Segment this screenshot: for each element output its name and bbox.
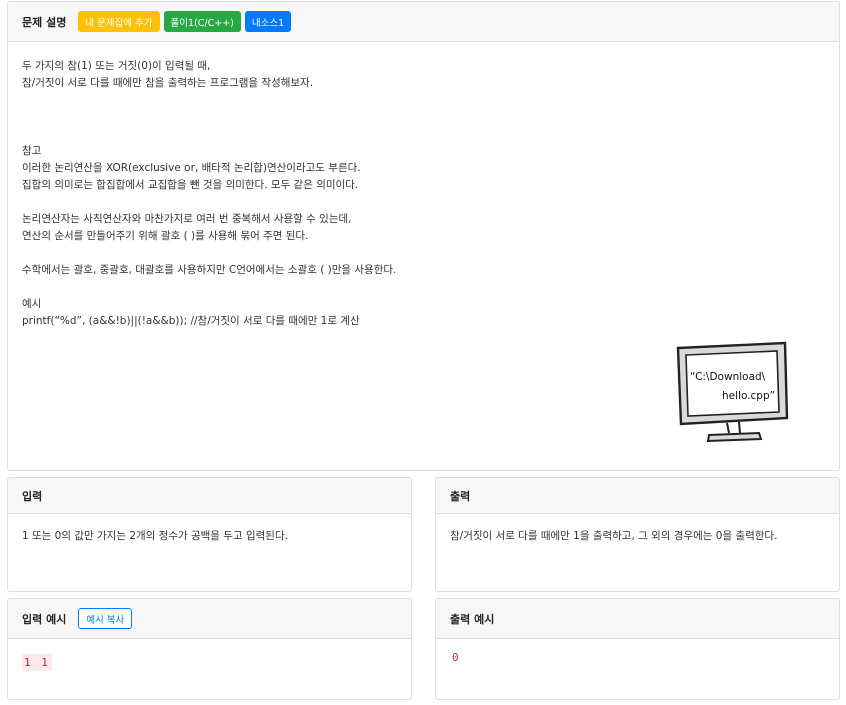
description-line: 이러한 논리연산을 XOR(exclusive or, 배타적 논리합)연산이라…: [22, 162, 361, 174]
sample-input-card: 입력 예시 예시 복사 1 1: [7, 598, 412, 700]
input-title: 입력: [22, 489, 43, 503]
sample-output-header: 출력 예시: [436, 599, 839, 639]
description-line: 참고: [22, 145, 42, 157]
description-line: 예시: [22, 298, 42, 310]
description-line: 두 가지의 참(1) 또는 거짓(0)이 입력될 때,: [22, 60, 211, 72]
sample-input-header: 입력 예시 예시 복사: [8, 599, 411, 639]
illustration-file-text: hello.cpp”: [722, 390, 775, 402]
description-line: 집합의 의미로는 합집합에서 교집합을 뺀 것을 의미한다. 모두 같은 의미이…: [22, 179, 359, 191]
problem-description-card: 문제 설명 내 문제집에 추가 풀이1(C/C++) 내소스1 두 가지의 참(…: [7, 1, 840, 471]
sample-input-title: 입력 예시: [22, 612, 67, 626]
input-card: 입력 1 또는 0의 값만 가지는 2개의 정수가 공백을 두고 입력된다.: [7, 477, 412, 592]
sample-output-value[interactable]: 0: [450, 649, 463, 666]
problem-description-header: 문제 설명 내 문제집에 추가 풀이1(C/C++) 내소스1: [8, 2, 839, 42]
output-header: 출력: [436, 478, 839, 514]
illustration-path-text: “C:\Download\: [690, 371, 766, 383]
input-body: 1 또는 0의 값만 가지는 2개의 정수가 공백을 두고 입력된다.: [8, 514, 411, 558]
output-title: 출력: [450, 489, 471, 503]
output-body: 참/거짓이 서로 다를 때에만 1을 출력하고, 그 외의 경우에는 0을 출력…: [436, 514, 839, 558]
problem-description-body: 두 가지의 참(1) 또는 거짓(0)이 입력될 때, 참/거짓이 서로 다를 …: [8, 42, 839, 343]
description-line: 수학에서는 괄호, 중괄호, 대괄호를 사용하지만 C언어에서는 소괄호 ( )…: [22, 264, 397, 276]
problem-description-title: 문제 설명: [22, 15, 67, 29]
input-header: 입력: [8, 478, 411, 514]
sample-output-body: 0: [436, 639, 839, 680]
monitor-icon: “C:\Download\ hello.cpp”: [676, 341, 789, 443]
my-source-button[interactable]: 내소스1: [244, 11, 292, 32]
copy-example-button[interactable]: 예시 복사: [78, 608, 133, 629]
description-line: printf(“%d”, (a&&!b)||(!a&&b)); //참/거짓이 …: [22, 315, 360, 327]
sample-output-title: 출력 예시: [450, 612, 495, 626]
sample-input-value[interactable]: 1 1: [22, 654, 52, 671]
output-card: 출력 참/거짓이 서로 다를 때에만 1을 출력하고, 그 외의 경우에는 0을…: [435, 477, 840, 592]
sample-output-card: 출력 예시 0: [435, 598, 840, 700]
sample-input-body: 1 1: [8, 639, 411, 685]
monitor-illustration: “C:\Download\ hello.cpp”: [675, 340, 791, 448]
description-line: 참/거짓이 서로 다를 때에만 참을 출력하는 프로그램을 작성해보자.: [22, 77, 314, 89]
description-line: 논리연산자는 사칙연산자와 마찬가지로 여러 번 중복해서 사용할 수 있는데,: [22, 213, 352, 225]
description-line: 연산의 순서를 만들어주기 위해 괄호 ( )를 사용해 묶어 주면 된다.: [22, 230, 309, 242]
add-to-workbook-button[interactable]: 내 문제집에 추가: [78, 11, 160, 32]
solution-button[interactable]: 풀이1(C/C++): [163, 11, 241, 32]
output-text: 참/거짓이 서로 다를 때에만 1을 출력하고, 그 외의 경우에는 0을 출력…: [450, 530, 778, 542]
input-text: 1 또는 0의 값만 가지는 2개의 정수가 공백을 두고 입력된다.: [22, 530, 288, 542]
